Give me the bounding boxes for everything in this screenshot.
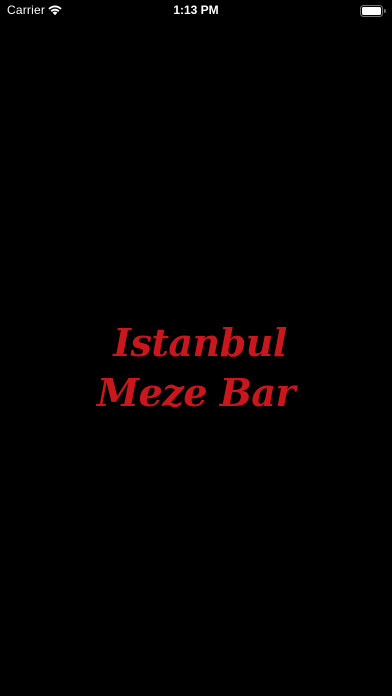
brand-logo: Istanbul Meze Bar [0,318,392,418]
battery-icon [360,5,386,17]
status-bar: Carrier 1:13 PM [0,0,392,22]
logo-line-1: Istanbul [113,320,287,365]
logo-line-2: Meze Bar [97,370,296,415]
status-time: 1:13 PM [173,3,219,17]
splash-screen: Carrier 1:13 PM Istanbul Meze Bar [0,0,392,696]
